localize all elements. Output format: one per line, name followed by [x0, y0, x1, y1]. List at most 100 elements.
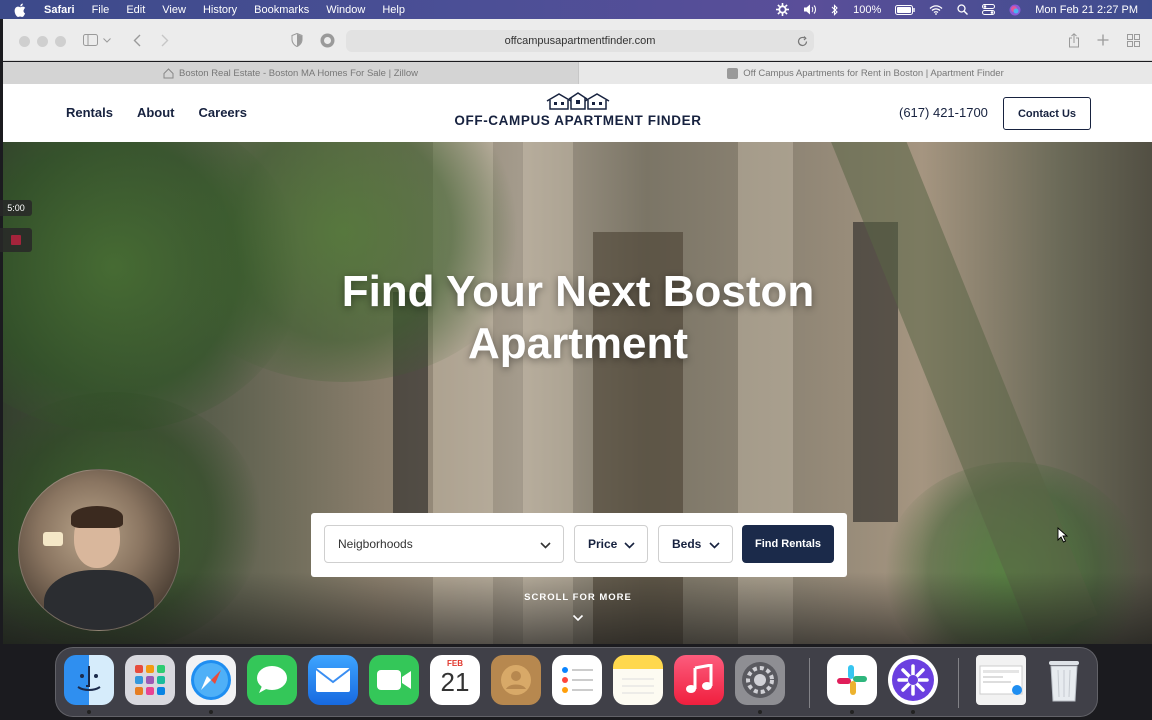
- dock-separator: [809, 658, 810, 708]
- running-indicator: [209, 710, 213, 714]
- price-dropdown[interactable]: Price: [574, 525, 648, 563]
- calendar-icon[interactable]: FEB 21: [430, 655, 480, 705]
- apple-icon[interactable]: [14, 3, 30, 17]
- ai-app-icon[interactable]: [888, 655, 938, 705]
- safari-icon[interactable]: [186, 655, 236, 705]
- hero-title: Find Your Next Boston Apartment: [341, 267, 815, 368]
- finder-icon[interactable]: [64, 655, 114, 705]
- share-icon[interactable]: [1065, 31, 1083, 49]
- tab-apartment-finder[interactable]: Off Campus Apartments for Rent in Boston…: [579, 62, 1152, 84]
- notes-icon[interactable]: [613, 655, 663, 705]
- tab-overview-icon[interactable]: [1124, 31, 1142, 49]
- search-panel: Neigborhoods Price Beds Find Rentals: [311, 513, 847, 577]
- zoom-button[interactable]: [55, 36, 66, 47]
- houses-logo-icon: [453, 92, 703, 110]
- chevron-down-icon[interactable]: [572, 609, 584, 622]
- menu-clock[interactable]: Mon Feb 21 2:27 PM: [1035, 4, 1138, 16]
- wifi-icon[interactable]: [929, 4, 943, 15]
- window-controls: [19, 36, 66, 47]
- beds-dropdown[interactable]: Beds: [658, 525, 733, 563]
- menu-app-name[interactable]: Safari: [44, 4, 75, 16]
- person-hair: [71, 506, 123, 528]
- nav-about[interactable]: About: [137, 105, 175, 120]
- forward-icon[interactable]: [156, 31, 174, 49]
- tab-title: Boston Real Estate - Boston MA Homes For…: [178, 67, 418, 79]
- find-rentals-button[interactable]: Find Rentals: [742, 525, 834, 563]
- gear-icon[interactable]: [776, 3, 790, 16]
- price-label: Price: [588, 537, 618, 551]
- battery-percent: 100%: [853, 3, 882, 16]
- slack-icon[interactable]: [827, 655, 877, 705]
- menu-help[interactable]: Help: [382, 4, 405, 16]
- music-icon[interactable]: [674, 655, 724, 705]
- extension-icon[interactable]: [318, 31, 336, 49]
- battery-icon[interactable]: [895, 4, 915, 15]
- siri-icon[interactable]: [1009, 4, 1021, 16]
- search-icon[interactable]: [957, 4, 969, 15]
- menu-view[interactable]: View: [162, 4, 186, 16]
- dock: FEB 21: [55, 647, 1098, 717]
- chevron-down-icon[interactable]: [101, 31, 113, 49]
- stop-recording-button[interactable]: [0, 228, 32, 252]
- browser-toolbar: offcampusapartmentfinder.com: [3, 19, 1152, 61]
- webcam-overlay: [18, 469, 180, 631]
- control-center-icon[interactable]: [982, 4, 996, 15]
- main-nav: Rentals About Careers: [66, 105, 247, 120]
- new-tab-icon[interactable]: [1094, 31, 1112, 49]
- site-favicon-icon: [727, 67, 739, 79]
- site-logo[interactable]: OFF-CAMPUS APARTMENT FINDER: [453, 92, 703, 128]
- volume-icon[interactable]: [803, 4, 817, 15]
- dock-separator: [958, 658, 959, 708]
- bluetooth-icon[interactable]: [831, 3, 839, 16]
- chevron-down-icon: [539, 539, 551, 551]
- reload-icon[interactable]: [794, 33, 810, 49]
- messages-icon[interactable]: [247, 655, 297, 705]
- nav-careers[interactable]: Careers: [199, 105, 247, 120]
- stop-icon: [11, 235, 21, 245]
- sidebar-icon[interactable]: [81, 31, 99, 49]
- preview-window-icon[interactable]: [976, 655, 1026, 705]
- menu-bookmarks[interactable]: Bookmarks: [254, 4, 309, 16]
- menu-window[interactable]: Window: [326, 4, 365, 16]
- trash-icon[interactable]: [1039, 655, 1089, 705]
- running-indicator: [758, 710, 762, 714]
- minimize-button[interactable]: [37, 36, 48, 47]
- menu-edit[interactable]: Edit: [126, 4, 145, 16]
- menu-bar: Safari File Edit View History Bookmarks …: [0, 0, 1152, 19]
- recording-timer: 5:00: [0, 200, 32, 216]
- close-button[interactable]: [19, 36, 30, 47]
- menu-file[interactable]: File: [92, 4, 110, 16]
- zillow-icon: [163, 67, 174, 79]
- url-text: offcampusapartmentfinder.com: [504, 35, 656, 47]
- phone-number[interactable]: (617) 421-1700: [899, 105, 988, 120]
- shield-icon[interactable]: [288, 31, 306, 49]
- railing-shadow: [3, 572, 1152, 644]
- nav-rentals[interactable]: Rentals: [66, 105, 113, 120]
- back-icon[interactable]: [128, 31, 146, 49]
- site-header: Rentals About Careers OFF-CAMPUS APARTME…: [3, 84, 1152, 142]
- beds-label: Beds: [672, 537, 702, 551]
- scroll-hint[interactable]: SCROLL FOR MORE: [503, 592, 653, 603]
- address-bar[interactable]: offcampusapartmentfinder.com: [346, 30, 814, 52]
- reminders-icon[interactable]: [552, 655, 602, 705]
- facetime-icon[interactable]: [369, 655, 419, 705]
- calendar-day: 21: [440, 667, 470, 697]
- chevron-down-icon: [623, 539, 635, 551]
- tab-bar: Boston Real Estate - Boston MA Homes For…: [3, 62, 1152, 84]
- tab-zillow[interactable]: Boston Real Estate - Boston MA Homes For…: [3, 62, 579, 84]
- menu-history[interactable]: History: [203, 4, 237, 16]
- contact-us-button[interactable]: Contact Us: [1003, 97, 1091, 130]
- menu-extras: 100% Mon Feb 21 2:27 PM: [776, 0, 1138, 19]
- running-indicator: [87, 710, 91, 714]
- cursor-icon: [1057, 526, 1069, 543]
- running-indicator: [911, 710, 915, 714]
- neighborhoods-dropdown[interactable]: Neigborhoods: [324, 525, 564, 563]
- mail-icon[interactable]: [308, 655, 358, 705]
- lamp: [43, 532, 63, 546]
- launchpad-icon[interactable]: [125, 655, 175, 705]
- person-body: [44, 570, 154, 630]
- logo-text: OFF-CAMPUS APARTMENT FINDER: [454, 113, 702, 128]
- contacts-icon[interactable]: [491, 655, 541, 705]
- system-preferences-icon[interactable]: [735, 655, 785, 705]
- tab-title: Off Campus Apartments for Rent in Boston…: [743, 67, 1004, 79]
